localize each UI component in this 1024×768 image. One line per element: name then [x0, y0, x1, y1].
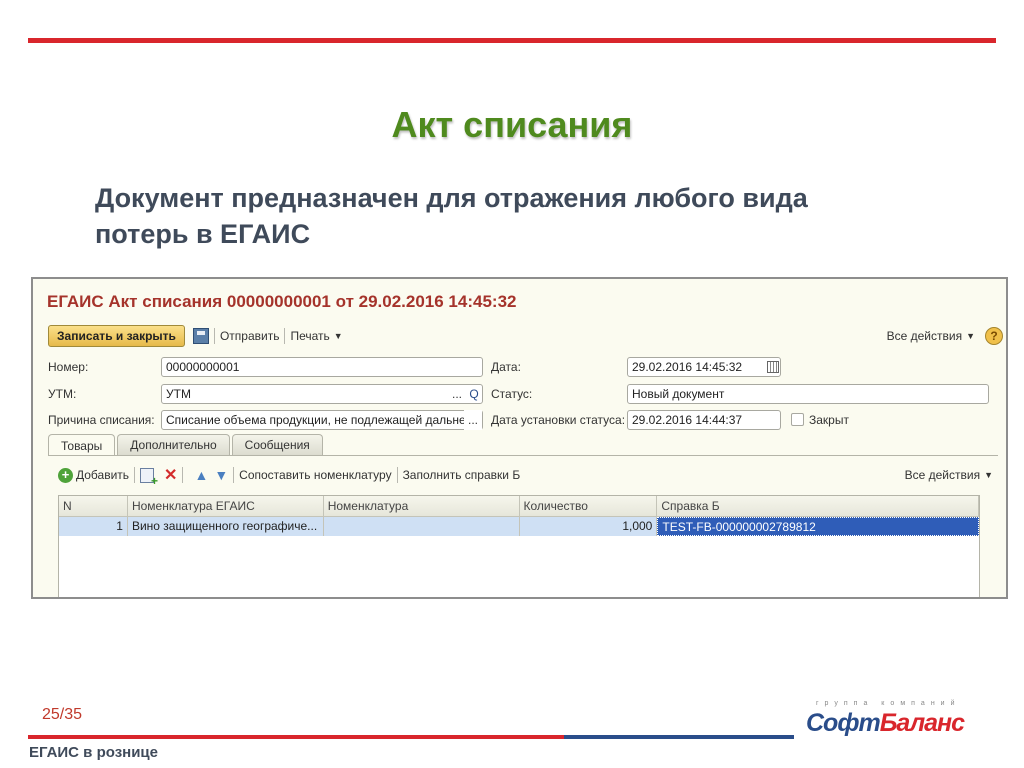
- column-header-quantity[interactable]: Количество: [520, 496, 658, 516]
- toolbar-separator: [134, 467, 136, 483]
- search-icon[interactable]: Q: [466, 384, 482, 404]
- slide-subtitle: Документ предназначен для отражения любо…: [95, 180, 955, 252]
- tab-goods[interactable]: Товары: [48, 434, 116, 456]
- closed-label: Закрыт: [809, 413, 849, 427]
- copy-row-icon[interactable]: [140, 467, 158, 488]
- toolbar-separator: [233, 467, 235, 483]
- logo-wordmark: СофтБаланс: [806, 709, 965, 738]
- column-header-n[interactable]: N: [59, 496, 128, 516]
- save-icon[interactable]: [192, 328, 209, 344]
- utm-select-button[interactable]: ...: [449, 384, 465, 404]
- all-actions-label: Все действия: [886, 329, 963, 343]
- document-tabs: Товары Дополнительно Сообщения: [48, 434, 325, 456]
- help-icon[interactable]: ?: [985, 327, 1003, 345]
- company-logo: группа компаний СофтБаланс: [806, 692, 984, 742]
- utm-field[interactable]: УТМ: [161, 384, 483, 404]
- send-button[interactable]: Отправить: [220, 329, 280, 343]
- bottom-divider: [28, 735, 794, 739]
- toolbar-separator: [396, 467, 398, 483]
- add-label: Добавить: [76, 468, 130, 482]
- number-label: Номер:: [48, 360, 89, 374]
- chevron-down-icon: ▼: [984, 470, 993, 480]
- document-window: ЕГАИС Акт списания 00000000001 от 29.02.…: [31, 277, 1008, 599]
- print-menu-button[interactable]: Печать ▼: [290, 329, 342, 343]
- tab-messages[interactable]: Сообщения: [231, 434, 323, 455]
- date-field[interactable]: 29.02.2016 14:45:32: [627, 357, 781, 377]
- goods-all-actions-menu[interactable]: Все действия ▼: [905, 468, 993, 482]
- closed-checkbox[interactable]: [791, 413, 804, 426]
- number-field[interactable]: 00000000001: [161, 357, 483, 377]
- toolbar-separator: [213, 328, 215, 344]
- footer-text: ЕГАИС в рознице: [29, 744, 158, 761]
- move-down-icon[interactable]: ▼: [214, 467, 228, 483]
- add-row-button[interactable]: + Добавить: [58, 467, 130, 483]
- cell-nomenclature[interactable]: [324, 517, 520, 536]
- date-label: Дата:: [491, 360, 521, 374]
- utm-label: УТМ:: [48, 387, 77, 401]
- reason-field[interactable]: Списание объема продукции, не подлежащей…: [161, 410, 483, 430]
- document-toolbar: Записать и закрыть Отправить Печать ▼ Все…: [48, 324, 1003, 348]
- status-label: Статус:: [491, 387, 533, 401]
- all-actions-menu[interactable]: Все действия ▼: [887, 329, 975, 343]
- match-nomenclature-button[interactable]: Сопоставить номенклатуру: [239, 468, 391, 482]
- chevron-down-icon: ▼: [333, 331, 343, 341]
- table-header: N Номенклатура ЕГАИС Номенклатура Количе…: [59, 496, 979, 517]
- subtitle-line-1: Документ предназначен для отражения любо…: [95, 183, 808, 213]
- send-label: Отправить: [219, 329, 280, 343]
- print-label: Печать: [290, 329, 330, 343]
- page-number: 25/35: [42, 706, 83, 723]
- cell-certificate-b[interactable]: TEST-FB-000000002789812: [657, 517, 979, 536]
- move-up-icon[interactable]: ▲: [194, 467, 208, 483]
- delete-icon[interactable]: ✕: [164, 465, 177, 485]
- column-header-egais-nomenclature[interactable]: Номенклатура ЕГАИС: [128, 496, 324, 516]
- add-icon: +: [58, 467, 73, 483]
- goods-panel: + Добавить ✕ ▲ ▼ Сопоставить номенклатур…: [48, 455, 998, 597]
- column-header-certificate-b[interactable]: Справка Б: [657, 496, 979, 516]
- toolbar-separator: [182, 467, 184, 483]
- subtitle-line-2: потерь в ЕГАИС: [95, 219, 311, 249]
- all-actions-label: Все действия: [904, 468, 981, 482]
- table-row[interactable]: 1 Вино защищенного географиче... 1,000 T…: [59, 517, 979, 536]
- slide-title: Акт списания: [391, 104, 633, 145]
- reason-label: Причина списания:: [48, 413, 155, 427]
- cell-egais-nomenclature[interactable]: Вино защищенного географиче...: [128, 517, 324, 536]
- fill-certificates-button[interactable]: Заполнить справки Б: [403, 468, 521, 482]
- slide: Акт списания Документ предназначен для о…: [0, 0, 1024, 768]
- cell-n[interactable]: 1: [59, 517, 128, 536]
- status-date-field[interactable]: 29.02.2016 14:44:37: [627, 410, 781, 430]
- column-header-nomenclature[interactable]: Номенклатура: [324, 496, 520, 516]
- toolbar-separator: [284, 328, 286, 344]
- top-divider: [28, 38, 996, 43]
- logo-part-2: Баланс: [879, 709, 965, 737]
- save-and-close-button[interactable]: Записать и закрыть: [48, 325, 185, 347]
- chevron-down-icon: ▼: [966, 331, 975, 341]
- cell-quantity[interactable]: 1,000: [520, 517, 658, 536]
- window-title: ЕГАИС Акт списания 00000000001 от 29.02.…: [47, 292, 517, 311]
- logo-tagline: группа компаний: [816, 700, 961, 707]
- goods-toolbar: + Добавить ✕ ▲ ▼ Сопоставить номенклатур…: [58, 464, 993, 488]
- status-date-label: Дата установки статуса:: [491, 413, 626, 427]
- goods-table: N Номенклатура ЕГАИС Номенклатура Количе…: [58, 495, 980, 597]
- calendar-icon[interactable]: [767, 361, 779, 373]
- reason-select-button[interactable]: ...: [464, 410, 482, 430]
- logo-part-1: Софт: [806, 709, 881, 737]
- tab-additional[interactable]: Дополнительно: [117, 434, 230, 455]
- status-field[interactable]: Новый документ: [627, 384, 989, 404]
